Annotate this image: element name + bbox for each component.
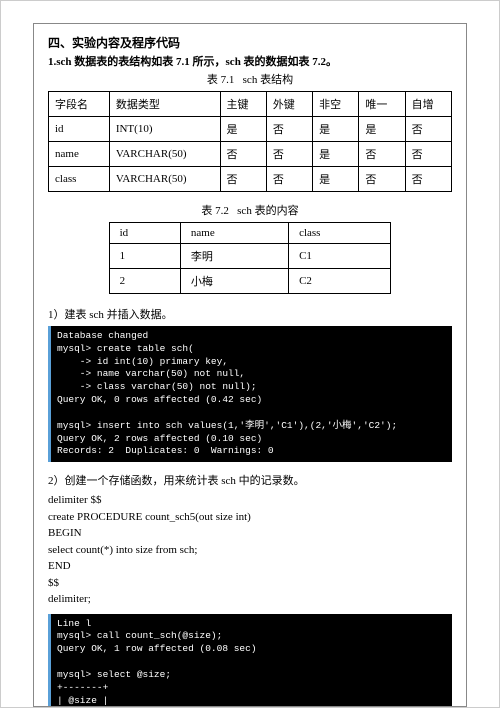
table-row: id INT(10) 是 否 是 是 否 bbox=[49, 117, 452, 142]
cell: 否 bbox=[405, 117, 451, 142]
cell: 是 bbox=[313, 142, 359, 167]
col-header: 主键 bbox=[220, 92, 266, 117]
table71-caption: 表 7.1 sch 表结构 bbox=[48, 71, 452, 87]
cell: 否 bbox=[405, 167, 451, 192]
cell: 否 bbox=[359, 167, 405, 192]
table-row: 2 小梅 C2 bbox=[109, 269, 391, 294]
cell: id bbox=[49, 117, 110, 142]
cell: 否 bbox=[359, 142, 405, 167]
cell: 否 bbox=[220, 167, 266, 192]
cell: 否 bbox=[266, 117, 312, 142]
cell: class bbox=[49, 167, 110, 192]
terminal-output-1: Database changed mysql> create table sch… bbox=[48, 326, 452, 462]
step1-text: 1）建表 sch 并插入数据。 bbox=[48, 306, 452, 322]
content-frame: 四、实验内容及程序代码 1.sch 数据表的表结构如表 7.1 所示，sch 表… bbox=[33, 23, 467, 707]
col-header: class bbox=[289, 223, 391, 244]
cell: 否 bbox=[220, 142, 266, 167]
table-header-row: 字段名 数据类型 主键 外键 非空 唯一 自增 bbox=[49, 92, 452, 117]
col-header: 数据类型 bbox=[109, 92, 220, 117]
col-header: 唯一 bbox=[359, 92, 405, 117]
struct-table: 字段名 数据类型 主键 外键 非空 唯一 自增 id INT(10) 是 否 是… bbox=[48, 91, 452, 192]
cell: 否 bbox=[266, 167, 312, 192]
step2-text: 2）创建一个存储函数，用来统计表 sch 中的记录数。 bbox=[48, 472, 452, 488]
col-header: name bbox=[180, 223, 288, 244]
col-header: 外键 bbox=[266, 92, 312, 117]
table-row: class VARCHAR(50) 否 否 是 否 否 bbox=[49, 167, 452, 192]
col-header: 自增 bbox=[405, 92, 451, 117]
col-header: 字段名 bbox=[49, 92, 110, 117]
code-block-2: delimiter $$ create PROCEDURE count_sch5… bbox=[48, 492, 452, 608]
cell: 是 bbox=[313, 167, 359, 192]
cell: VARCHAR(50) bbox=[109, 142, 220, 167]
col-header: 非空 bbox=[313, 92, 359, 117]
cell: 否 bbox=[405, 142, 451, 167]
cell: C2 bbox=[289, 269, 391, 294]
content-table: id name class 1 李明 C1 2 小梅 C2 bbox=[109, 222, 392, 294]
table-row: 1 李明 C1 bbox=[109, 244, 391, 269]
terminal-output-2: Line l mysql> call count_sch(@size); Que… bbox=[48, 614, 452, 707]
cell: 1 bbox=[109, 244, 180, 269]
table72-caption: 表 7.2 sch 表的内容 bbox=[48, 202, 452, 218]
table-header-row: id name class bbox=[109, 223, 391, 244]
cell: 李明 bbox=[180, 244, 288, 269]
page: 四、实验内容及程序代码 1.sch 数据表的表结构如表 7.1 所示，sch 表… bbox=[0, 0, 500, 708]
col-header: id bbox=[109, 223, 180, 244]
cell: 否 bbox=[266, 142, 312, 167]
subsection-heading: 1.sch 数据表的表结构如表 7.1 所示，sch 表的数据如表 7.2。 bbox=[48, 53, 452, 69]
cell: 2 bbox=[109, 269, 180, 294]
cell: 是 bbox=[313, 117, 359, 142]
cell: name bbox=[49, 142, 110, 167]
cell: VARCHAR(50) bbox=[109, 167, 220, 192]
cell: 是 bbox=[359, 117, 405, 142]
cell: C1 bbox=[289, 244, 391, 269]
section-heading: 四、实验内容及程序代码 bbox=[48, 34, 452, 51]
cell: INT(10) bbox=[109, 117, 220, 142]
table-row: name VARCHAR(50) 否 否 是 否 否 bbox=[49, 142, 452, 167]
cell: 小梅 bbox=[180, 269, 288, 294]
cell: 是 bbox=[220, 117, 266, 142]
